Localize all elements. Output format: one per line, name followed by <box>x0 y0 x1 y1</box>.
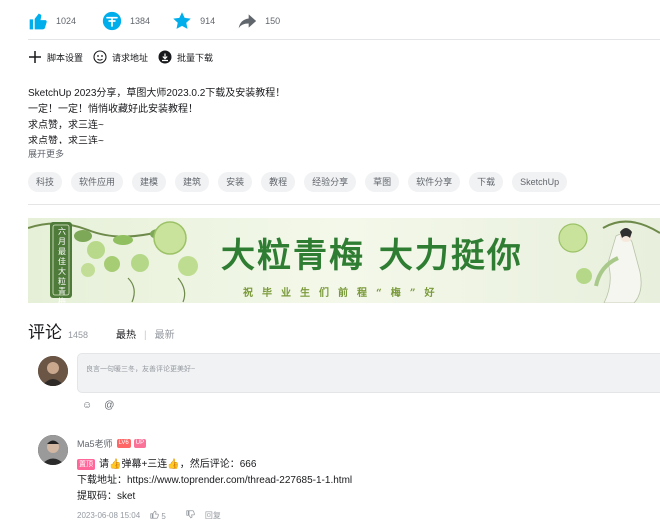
video-description: SketchUp 2023分享，草图大师2023.0.2下载及安装教程！ 一定！… <box>28 86 428 144</box>
comments-title: 评论 <box>28 323 62 342</box>
tag[interactable]: 教程 <box>261 172 296 192</box>
request-url-label: 请求地址 <box>112 52 149 63</box>
comment-reply-button[interactable]: 回复 <box>205 510 221 521</box>
commenter-name[interactable]: Ma5老师 <box>77 437 113 450</box>
comment-dislike-button[interactable] <box>186 510 195 521</box>
comment-extract-code: 提取码：sket <box>77 491 136 502</box>
coin-count: 1384 <box>130 16 151 26</box>
comment-like-count: 5 <box>161 512 166 521</box>
robot-face-icon <box>93 50 107 64</box>
tag[interactable]: 经验分享 <box>304 172 357 192</box>
like-count: 1024 <box>56 16 77 26</box>
comment-body: 置顶 请👍弹幕+三连👍，然后评论：666 下载地址：https://www.top… <box>77 457 352 505</box>
description-line: 求点赞，求三连~ <box>28 136 104 144</box>
tag[interactable]: 下载 <box>469 172 504 192</box>
plus-icon <box>29 51 41 63</box>
divider <box>28 204 660 205</box>
comment-line: 置顶 请👍弹幕+三连👍，然后评论：666 <box>77 457 352 473</box>
current-user-avatar[interactable] <box>38 356 68 386</box>
banner-title: 大粒青梅 大力挺你 <box>221 236 523 276</box>
batch-download-label: 批量下载 <box>177 52 214 63</box>
comments-count: 1458 <box>68 330 89 340</box>
video-action-bar: 1024 1384 914 150 <box>28 8 302 34</box>
comment-download-link[interactable]: 下载地址：https://www.toprender.com/thread-22… <box>77 473 352 489</box>
sort-hot-tab[interactable]: 最热 <box>116 326 136 341</box>
coin-icon <box>102 11 122 31</box>
tag[interactable]: 草图 <box>365 172 400 192</box>
pinned-badge: 置顶 <box>77 459 95 470</box>
expand-description-link[interactable]: 展开更多 <box>28 147 64 160</box>
tag[interactable]: 建模 <box>132 172 167 192</box>
sort-new-tab[interactable]: 最新 <box>155 326 175 341</box>
batch-download-button[interactable]: 批量下载 <box>158 50 213 64</box>
commenter-avatar[interactable] <box>38 435 68 465</box>
share-count: 150 <box>265 16 281 26</box>
tag[interactable]: 安装 <box>218 172 253 192</box>
tag[interactable]: 科技 <box>28 172 63 192</box>
star-icon <box>173 12 191 29</box>
thumbs-up-icon <box>150 510 159 519</box>
promo-banner[interactable]: 六月最佳大粒青梅 大粒青梅 大力挺你 祝毕业生们前程“梅”好 <box>28 218 660 303</box>
coin-button[interactable]: 1384 <box>102 11 150 31</box>
tag[interactable]: SketchUp <box>512 172 568 192</box>
comment-text: 请👍弹幕+三连👍，然后评论：666 <box>99 459 257 470</box>
script-settings-button[interactable]: 脚本设置 <box>28 50 83 64</box>
share-arrow-icon <box>238 14 257 29</box>
thumbs-down-icon <box>186 510 195 519</box>
commenter-avatar-image <box>38 435 68 465</box>
share-button[interactable]: 150 <box>237 11 280 31</box>
comments-header: 评论 1458 最热 | 最新 <box>28 318 175 343</box>
tag-list: 科技 软件应用 建模 建筑 安装 教程 经验分享 草图 软件分享 下载 Sket… <box>28 172 576 192</box>
banner-subtitle: 祝毕业生们前程“梅”好 <box>243 288 444 299</box>
request-url-button[interactable]: 请求地址 <box>93 50 148 64</box>
script-settings-label: 脚本设置 <box>47 52 84 63</box>
divider <box>28 39 660 40</box>
user-avatar-image <box>38 356 68 386</box>
commenter-info: Ma5老师 LV6 UP <box>77 437 147 450</box>
emoji-icon[interactable]: ☺ <box>82 400 92 411</box>
comment-date: 2023-06-08 15:04 <box>77 511 141 520</box>
comment-input[interactable]: 良言一句暖三冬，友善评论更美好~ <box>77 353 660 393</box>
description-line: 一定！一定！悄悄收藏好此安装教程！ <box>28 104 198 115</box>
description-line: SketchUp 2023分享，草图大师2023.0.2下载及安装教程！ <box>28 88 286 99</box>
level-badge: LV6 <box>116 439 131 448</box>
banner-vertical-text: 六月最佳大粒青梅 <box>58 227 66 303</box>
up-badge: UP <box>133 439 147 448</box>
comment-input-tools: ☺ @ <box>82 400 126 411</box>
comment-meta: 2023-06-08 15:04 5 回复 <box>77 510 231 521</box>
tag[interactable]: 建筑 <box>175 172 210 192</box>
tag[interactable]: 软件分享 <box>408 172 461 192</box>
tag[interactable]: 软件应用 <box>71 172 124 192</box>
download-circle-icon <box>158 50 172 64</box>
sort-separator: | <box>144 330 147 341</box>
description-line: 求点赞，求三连~ <box>28 120 104 131</box>
favorite-button[interactable]: 914 <box>172 11 215 31</box>
like-button[interactable]: 1024 <box>28 11 76 31</box>
comment-like-button[interactable]: 5 <box>150 510 176 521</box>
at-mention-icon[interactable]: @ <box>104 400 114 411</box>
favorite-count: 914 <box>200 16 216 26</box>
thumbs-up-icon <box>29 13 47 30</box>
extension-toolbar: 脚本设置 请求地址 批量下载 <box>28 50 223 64</box>
